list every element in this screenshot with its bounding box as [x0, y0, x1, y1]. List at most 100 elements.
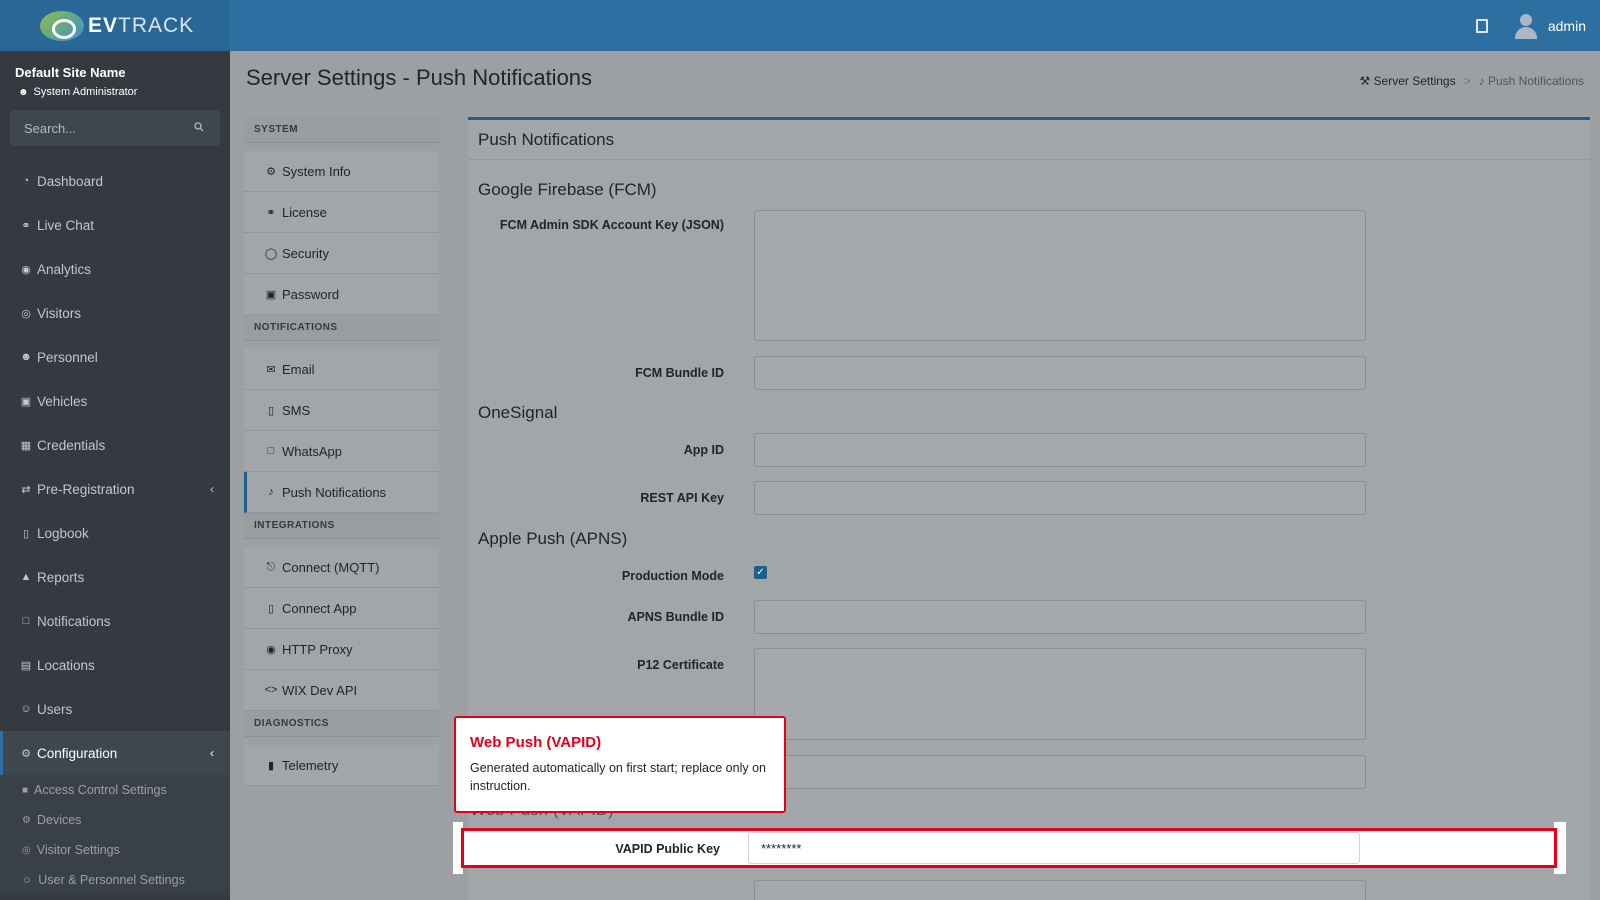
settings-item-wix-dev-api[interactable]: <> WIX Dev API	[244, 670, 439, 711]
top-navbar: EVTRACK admin	[0, 0, 1600, 51]
rest-key-label: REST API Key	[640, 491, 724, 505]
sidebar-item-pre-registration[interactable]: ⇄ Pre-Registration ‹	[0, 467, 230, 511]
configuration-subnav: ■ Access Control Settings ⚙ Devices ◎ Visit…	[0, 775, 230, 895]
vapid-public-key-input[interactable]	[748, 832, 1360, 864]
settings-item-security[interactable]: ◯ Security	[244, 233, 439, 274]
settings-item-whatsapp[interactable]: □ WhatsApp	[244, 431, 439, 472]
card-title: Push Notifications	[468, 120, 1590, 160]
book-icon: ▯	[22, 527, 30, 540]
sidebar-item-devices[interactable]: ⚙ Devices	[0, 805, 230, 835]
breadcrumb-server-settings[interactable]: ⚒ Server Settings	[1359, 74, 1455, 88]
settings-menu-heading-diagnostics: DIAGNOSTICS	[244, 711, 439, 737]
sidebar-item-user-personnel-settings[interactable]: ☺ User & Personnel Settings	[0, 865, 230, 895]
arrows-icon: ⇄	[21, 483, 31, 496]
headset-icon: ⚭	[21, 219, 31, 232]
car-icon: ▣	[20, 395, 32, 408]
settings-item-system-info[interactable]: ⚙ System Info	[244, 151, 439, 192]
settings-menu-spacer	[244, 143, 439, 151]
settings-item-connect-app[interactable]: ▯ Connect App	[244, 588, 439, 629]
badge-icon: ▦	[20, 439, 32, 452]
target-icon: ◉	[21, 263, 31, 276]
vapid-public-key-row: VAPID Public Key	[461, 828, 1557, 868]
site-name: Default Site Name	[15, 65, 126, 80]
search-icon[interactable]	[194, 122, 204, 132]
settings-item-connect-mqtt[interactable]: ⎋ Connect (MQTT)	[244, 547, 439, 588]
sidebar-item-personnel[interactable]: ☻ Personnel	[0, 335, 230, 379]
sidebar-item-visitors[interactable]: ◎ Visitors	[0, 291, 230, 335]
wrench-icon: ⚒	[1359, 74, 1374, 88]
fcm-key-label: FCM Admin SDK Account Key (JSON)	[499, 218, 724, 232]
sidebar-item-analytics[interactable]: ◉ Analytics	[0, 247, 230, 291]
apns-bundle-label: APNS Bundle ID	[627, 610, 724, 624]
code-icon: <>	[264, 684, 278, 696]
rest-key-input[interactable]	[754, 481, 1366, 515]
settings-menu-heading-integrations: INTEGRATIONS	[244, 513, 439, 539]
sidebar-item-live-chat[interactable]: ⚭ Live Chat	[0, 203, 230, 247]
book-icon[interactable]	[1475, 18, 1488, 33]
person-icon: ☻	[20, 351, 32, 363]
chevron-left-icon: ‹	[210, 482, 214, 496]
sidebar-item-users[interactable]: ☺ Users	[0, 687, 230, 731]
bar-chart-icon: ▮	[267, 759, 275, 772]
key-icon: ⚭	[266, 206, 276, 219]
sidebar-item-configuration[interactable]: ⚙ Configuration ‹	[0, 731, 230, 775]
search-input[interactable]	[10, 110, 220, 146]
phone-icon: ▯	[267, 404, 275, 417]
sidebar: Default Site Name ☻ System Administrator…	[0, 51, 230, 900]
settings-item-password[interactable]: ▣ Password	[244, 274, 439, 315]
settings-menu-spacer	[244, 737, 439, 745]
lock-icon: ▣	[265, 288, 277, 301]
phone-icon: ▯	[267, 602, 275, 615]
settings-item-http-proxy[interactable]: ◉ HTTP Proxy	[244, 629, 439, 670]
apns-extra-input[interactable]	[754, 755, 1366, 789]
settings-item-sms[interactable]: ▯ SMS	[244, 390, 439, 431]
production-mode-checkbox[interactable]: ✓	[754, 566, 767, 579]
callout-body: Generated automatically on first start; …	[470, 761, 766, 793]
help-callout: Web Push (VAPID) Generated automatically…	[454, 716, 786, 813]
plug-icon: ⎋	[266, 560, 276, 573]
sidebar-item-logbook[interactable]: ▯ Logbook	[0, 511, 230, 555]
user-menu[interactable]: admin	[1514, 13, 1586, 39]
sidebar-item-credentials[interactable]: ▦ Credentials	[0, 423, 230, 467]
onesignal-section-title: OneSignal	[478, 403, 558, 422]
brand[interactable]: EVTRACK	[0, 0, 230, 51]
apns-bundle-input[interactable]	[754, 600, 1366, 634]
breadcrumb-push-notifications: ♪ Push Notifications	[1478, 74, 1584, 88]
vapid-private-input[interactable]	[754, 880, 1366, 900]
fcm-key-textarea[interactable]	[754, 210, 1366, 341]
map-icon: ▤	[20, 659, 32, 672]
app-id-input[interactable]	[754, 433, 1366, 467]
chat-icon: □	[267, 445, 275, 457]
sidebar-item-vehicles[interactable]: ▣ Vehicles	[0, 379, 230, 423]
settings-menu-spacer	[244, 341, 439, 349]
settings-menu: SYSTEM ⚙ System Info ⚭ License ◯ Security ▣…	[244, 117, 439, 786]
sidebar-item-visitor-settings[interactable]: ◎ Visitor Settings	[0, 835, 230, 865]
fcm-section-title: Google Firebase (FCM)	[478, 180, 657, 199]
callout-title: Web Push (VAPID)	[470, 734, 602, 751]
page-title: Server Settings - Push Notifications	[246, 65, 593, 90]
settings-item-email[interactable]: ✉ Email	[244, 349, 439, 390]
sidebar-item-access-control-settings[interactable]: ■ Access Control Settings	[0, 775, 230, 805]
fcm-bundle-input[interactable]	[754, 356, 1366, 390]
users-icon: ☺	[22, 874, 33, 886]
lock-icon: ■	[22, 784, 29, 796]
person-icon: ☻	[18, 86, 29, 98]
breadcrumb-separator: >	[1463, 74, 1471, 88]
settings-item-telemetry[interactable]: ▮ Telemetry	[244, 745, 439, 786]
sidebar-item-notifications[interactable]: □ Notifications	[0, 599, 230, 643]
production-mode-label: Production Mode	[621, 569, 724, 583]
sidebar-item-locations[interactable]: ▤ Locations	[0, 643, 230, 687]
sidebar-item-reports[interactable]: ▲ Reports	[0, 555, 230, 599]
main-content: Server Settings - Push Notifications ⚒ S…	[230, 51, 1600, 900]
p12-textarea[interactable]	[754, 648, 1366, 740]
settings-item-license[interactable]: ⚭ License	[244, 192, 439, 233]
gear-icon: ⚙	[22, 814, 31, 826]
brand-name: EVTRACK	[88, 13, 195, 37]
username: admin	[1547, 17, 1586, 34]
sidebar-item-dashboard[interactable]: ◔ Dashboard	[0, 159, 230, 203]
settings-menu-heading-system: SYSTEM	[244, 117, 439, 143]
vapid-public-key-label: VAPID Public Key	[615, 842, 720, 856]
chart-icon: ▲	[20, 571, 32, 583]
settings-item-push-notifications[interactable]: ♪ Push Notifications	[244, 472, 439, 513]
fcm-bundle-label: FCM Bundle ID	[635, 366, 724, 380]
